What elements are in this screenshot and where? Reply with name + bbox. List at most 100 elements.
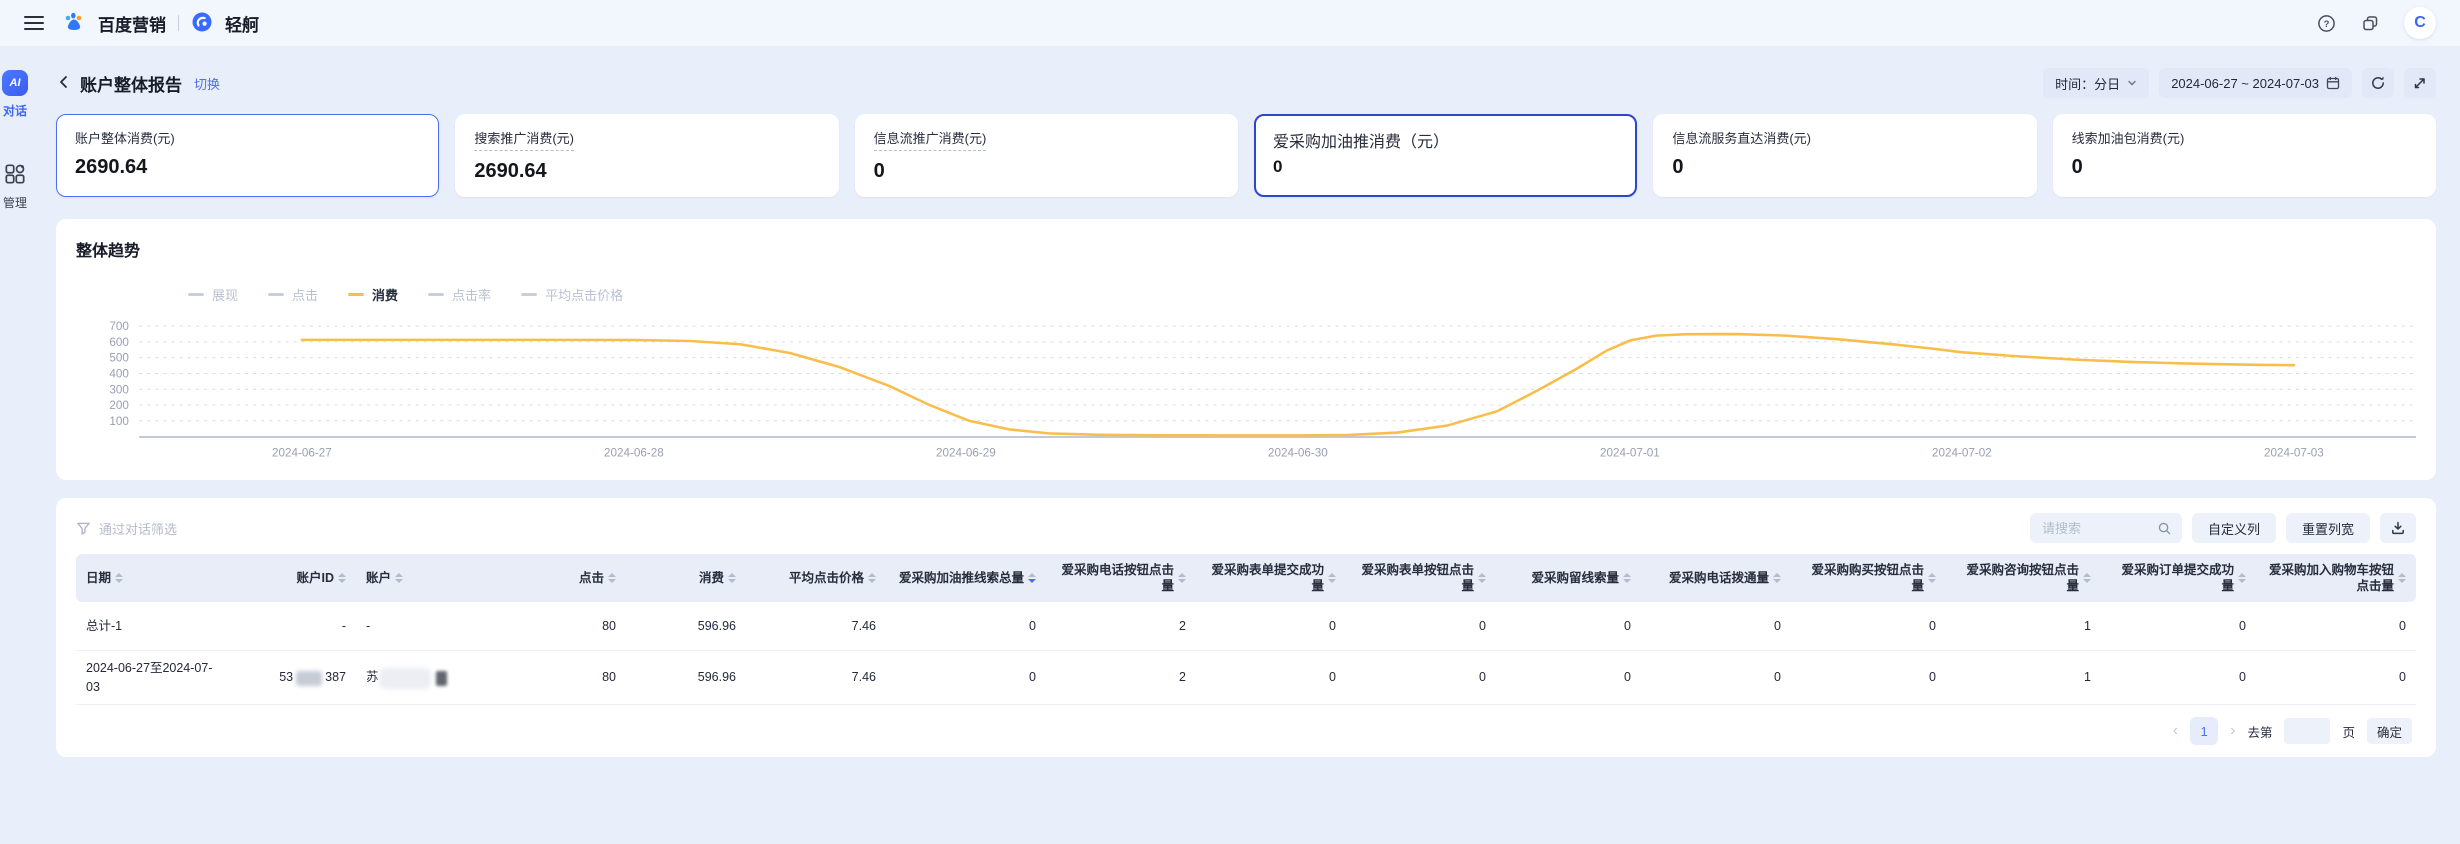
next-page-icon[interactable]: › bbox=[2230, 723, 2235, 739]
column-header-5[interactable]: 平均点击价格 bbox=[746, 554, 886, 602]
collapse-button[interactable] bbox=[2404, 68, 2436, 98]
refresh-button[interactable] bbox=[2362, 68, 2394, 98]
pagination: ‹ 1 › 去第 页 确定 bbox=[76, 717, 2416, 745]
sort-icon[interactable] bbox=[338, 573, 346, 583]
sort-icon[interactable] bbox=[1328, 573, 1336, 583]
sort-icon[interactable] bbox=[2083, 573, 2091, 583]
svg-text:2024-06-27: 2024-06-27 bbox=[272, 446, 332, 459]
column-header-10[interactable]: 爱采购留线索量 bbox=[1496, 554, 1641, 602]
reset-column-width-button[interactable]: 重置列宽 bbox=[2286, 513, 2370, 543]
baidu-paw-icon bbox=[62, 10, 86, 37]
windows-overlap-icon[interactable] bbox=[2360, 13, 2380, 33]
cell: - bbox=[356, 602, 506, 650]
sort-icon[interactable] bbox=[1478, 573, 1486, 583]
column-header-13[interactable]: 爱采购咨询按钮点击量 bbox=[1946, 554, 2101, 602]
search-input[interactable] bbox=[2040, 520, 2151, 537]
column-label: 爱采购电话拨通量 bbox=[1669, 570, 1769, 587]
sort-icon[interactable] bbox=[2238, 573, 2246, 583]
sort-icon[interactable] bbox=[1178, 573, 1186, 583]
search-icon[interactable] bbox=[2157, 521, 2172, 536]
column-header-15[interactable]: 爱采购加入购物车按钮点击量 bbox=[2256, 554, 2416, 602]
legend-dash-icon bbox=[428, 293, 444, 296]
sort-icon[interactable] bbox=[115, 573, 123, 583]
prev-page-icon[interactable]: ‹ bbox=[2173, 723, 2178, 739]
sort-icon[interactable] bbox=[608, 573, 616, 583]
sort-icon[interactable] bbox=[1028, 573, 1036, 583]
trend-chart-card: 整体趋势 展现点击消费点击率平均点击价格 7006005004003002001… bbox=[56, 219, 2436, 480]
cell: 7.46 bbox=[746, 650, 886, 705]
column-header-8[interactable]: 爱采购表单提交成功量 bbox=[1196, 554, 1346, 602]
legend-item-2[interactable]: 消费 bbox=[348, 285, 398, 304]
sidebar-item-label: 对话 bbox=[3, 102, 27, 119]
column-label: 爱采购加油推线索总量 bbox=[899, 570, 1024, 587]
customize-columns-button[interactable]: 自定义列 bbox=[2192, 513, 2276, 543]
stat-card-label: 信息流推广消费(元) bbox=[874, 128, 987, 151]
column-label: 爱采购留线索量 bbox=[1531, 570, 1619, 587]
column-header-14[interactable]: 爱采购订单提交成功量 bbox=[2101, 554, 2256, 602]
current-page-button[interactable]: 1 bbox=[2190, 717, 2218, 745]
stat-card-label: 线索加油包消费(元) bbox=[2072, 128, 2185, 147]
sidebar-item-manage[interactable]: 管理 bbox=[3, 163, 27, 211]
column-header-7[interactable]: 爱采购电话按钮点击量 bbox=[1046, 554, 1196, 602]
goto-page-label: 去第 bbox=[2247, 722, 2272, 741]
consumption-trend-line bbox=[302, 334, 2294, 435]
sort-icon[interactable] bbox=[868, 573, 876, 583]
sort-icon[interactable] bbox=[395, 573, 403, 583]
column-label: 爱采购购买按钮点击量 bbox=[1801, 562, 1924, 596]
page-unit-label: 页 bbox=[2342, 722, 2355, 741]
download-button[interactable] bbox=[2380, 513, 2416, 543]
switch-report-link[interactable]: 切换 bbox=[194, 74, 220, 93]
column-label: 消费 bbox=[699, 570, 724, 587]
sort-icon[interactable] bbox=[1623, 573, 1631, 583]
legend-item-0[interactable]: 展现 bbox=[188, 285, 238, 304]
column-header-2[interactable]: 账户 bbox=[356, 554, 506, 602]
apps-manage-icon bbox=[4, 163, 26, 188]
stat-card-label: 账户整体消费(元) bbox=[75, 128, 175, 147]
column-header-3[interactable]: 点击 bbox=[506, 554, 626, 602]
cell: 总计-1 bbox=[76, 602, 226, 650]
user-avatar[interactable]: C bbox=[2404, 7, 2436, 39]
column-header-12[interactable]: 爱采购购买按钮点击量 bbox=[1791, 554, 1946, 602]
confirm-page-button[interactable]: 确定 bbox=[2367, 718, 2412, 744]
sort-icon[interactable] bbox=[1773, 573, 1781, 583]
back-icon[interactable] bbox=[56, 74, 72, 93]
svg-text:2024-06-29: 2024-06-29 bbox=[936, 446, 996, 459]
conversation-filter-button[interactable]: 通过对话筛选 bbox=[76, 519, 177, 538]
column-header-6[interactable]: 爱采购加油推线索总量 bbox=[886, 554, 1046, 602]
column-header-9[interactable]: 爱采购表单按钮点击量 bbox=[1346, 554, 1496, 602]
stat-card-2[interactable]: 信息流推广消费(元)0 bbox=[855, 114, 1238, 197]
date-range-picker[interactable]: 2024-06-27 ~ 2024-07-03 bbox=[2159, 68, 2352, 98]
legend-item-4[interactable]: 平均点击价格 bbox=[521, 285, 623, 304]
cell: 0 bbox=[886, 602, 1046, 650]
sort-icon[interactable] bbox=[2398, 573, 2406, 583]
column-header-4[interactable]: 消费 bbox=[626, 554, 746, 602]
goto-page-input[interactable] bbox=[2284, 718, 2330, 744]
svg-text:2024-07-01: 2024-07-01 bbox=[1600, 446, 1660, 459]
sidebar-item-chat[interactable]: AI 对话 bbox=[2, 70, 28, 119]
stat-card-3[interactable]: 爱采购加油推消费（元）0 bbox=[1254, 114, 1637, 197]
sort-icon[interactable] bbox=[728, 573, 736, 583]
column-label: 平均点击价格 bbox=[789, 570, 864, 587]
stat-card-label: 信息流服务直达消费(元) bbox=[1672, 128, 1811, 147]
stat-card-5[interactable]: 线索加油包消费(元)0 bbox=[2053, 114, 2436, 197]
sort-icon[interactable] bbox=[1928, 573, 1936, 583]
cell: 2 bbox=[1046, 602, 1196, 650]
help-icon[interactable]: ? bbox=[2316, 13, 2336, 33]
time-granularity-dropdown[interactable]: 时间：分日 bbox=[2043, 68, 2149, 98]
redacted-prefix: 苏 bbox=[366, 670, 379, 684]
cell: 1 bbox=[1946, 650, 2101, 705]
column-header-1[interactable]: 账户ID bbox=[226, 554, 356, 602]
cell: 0 bbox=[1196, 650, 1346, 705]
redaction-blur bbox=[382, 671, 428, 686]
stat-card-4[interactable]: 信息流服务直达消费(元)0 bbox=[1653, 114, 2036, 197]
column-header-11[interactable]: 爱采购电话拨通量 bbox=[1641, 554, 1791, 602]
chevron-down-icon bbox=[2127, 78, 2137, 88]
hamburger-menu-icon[interactable] bbox=[24, 16, 44, 30]
column-header-0[interactable]: 日期 bbox=[76, 554, 226, 602]
topbar: 百度营销 轻舸 ? C bbox=[0, 0, 2460, 46]
legend-item-1[interactable]: 点击 bbox=[268, 285, 318, 304]
stat-card-1[interactable]: 搜索推广消费(元)2690.64 bbox=[455, 114, 838, 197]
table-search bbox=[2030, 513, 2182, 543]
legend-item-3[interactable]: 点击率 bbox=[428, 285, 491, 304]
stat-card-0[interactable]: 账户整体消费(元)2690.64 bbox=[56, 114, 439, 197]
